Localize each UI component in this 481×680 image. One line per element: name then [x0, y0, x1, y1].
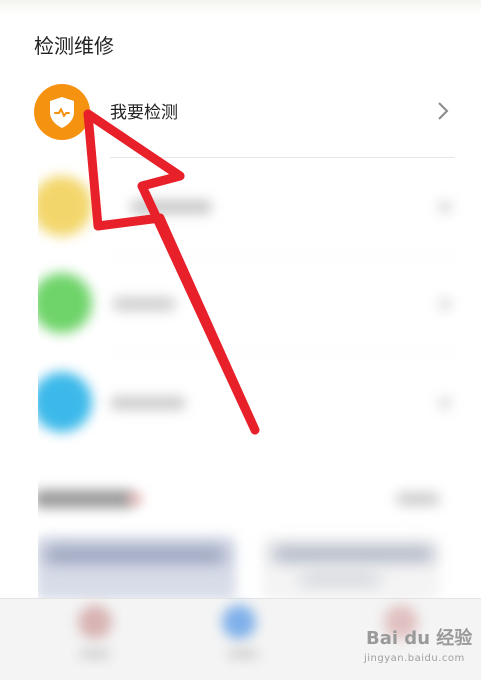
watermark: Bai du 经验 jingyan.baidu.com — [362, 620, 478, 672]
watermark-text: Bai du 经验 — [366, 628, 473, 649]
page: 检测维修 我要检测 Bai du 经验 jingyan.baidu.com — [0, 0, 481, 680]
annotation-arrow-icon — [83, 109, 260, 435]
watermark-sub: jingyan.baidu.com — [364, 653, 465, 664]
